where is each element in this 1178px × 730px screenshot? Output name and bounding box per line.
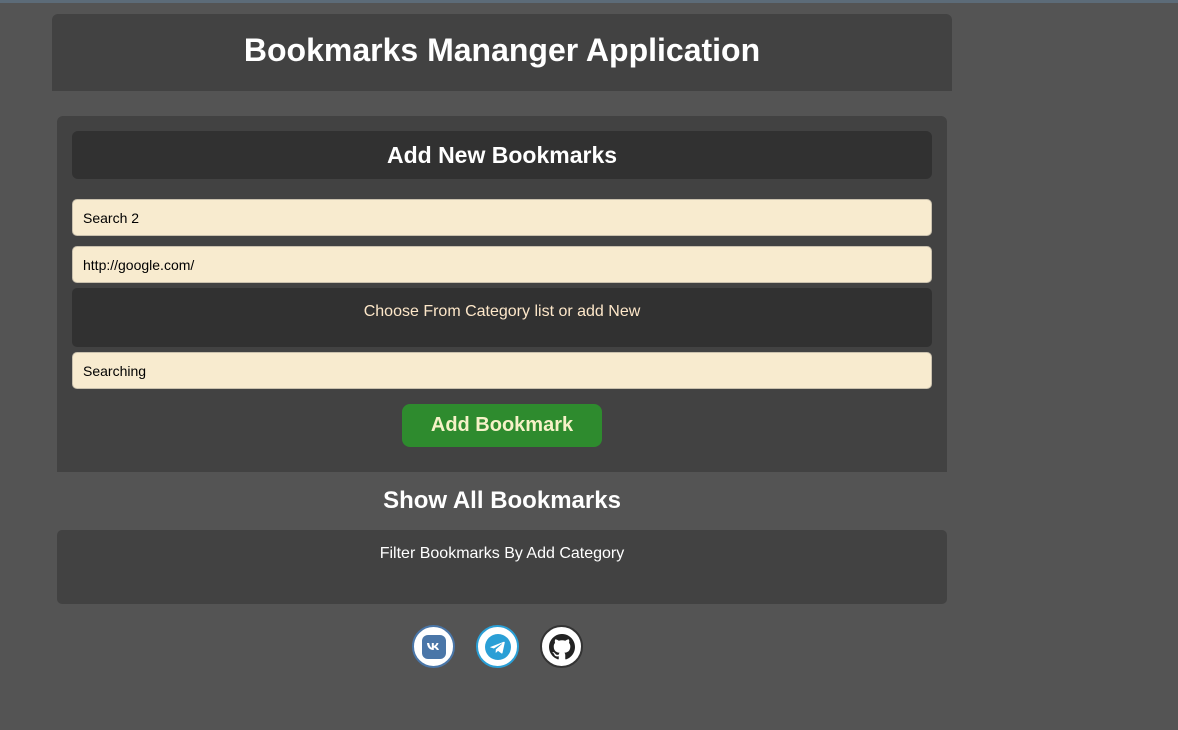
filter-panel: Filter Bookmarks By Add Category xyxy=(57,530,947,604)
telegram-link[interactable] xyxy=(476,625,519,668)
show-section-title: Show All Bookmarks xyxy=(383,487,621,514)
add-bookmark-panel: Add New Bookmarks Choose From Category l… xyxy=(57,116,947,472)
vk-link[interactable] xyxy=(412,625,455,668)
bookmark-name-input[interactable] xyxy=(72,199,932,236)
github-icon xyxy=(548,633,575,659)
category-prompt: Choose From Category list or add New xyxy=(363,303,641,320)
add-section-title: Add New Bookmarks xyxy=(72,131,932,179)
social-links xyxy=(412,625,583,668)
telegram-icon xyxy=(484,633,511,660)
category-chooser: Choose From Category list or add New xyxy=(72,288,932,347)
page-title: Bookmarks Mananger Application xyxy=(243,32,761,68)
category-input[interactable] xyxy=(72,352,932,389)
vk-icon xyxy=(421,634,446,659)
app-header: Bookmarks Mananger Application xyxy=(52,14,952,91)
add-bookmark-button[interactable]: Add Bookmark xyxy=(402,404,602,447)
github-link[interactable] xyxy=(540,625,583,668)
filter-prompt: Filter Bookmarks By Add Category xyxy=(379,545,625,562)
bookmark-url-input[interactable] xyxy=(72,246,932,283)
